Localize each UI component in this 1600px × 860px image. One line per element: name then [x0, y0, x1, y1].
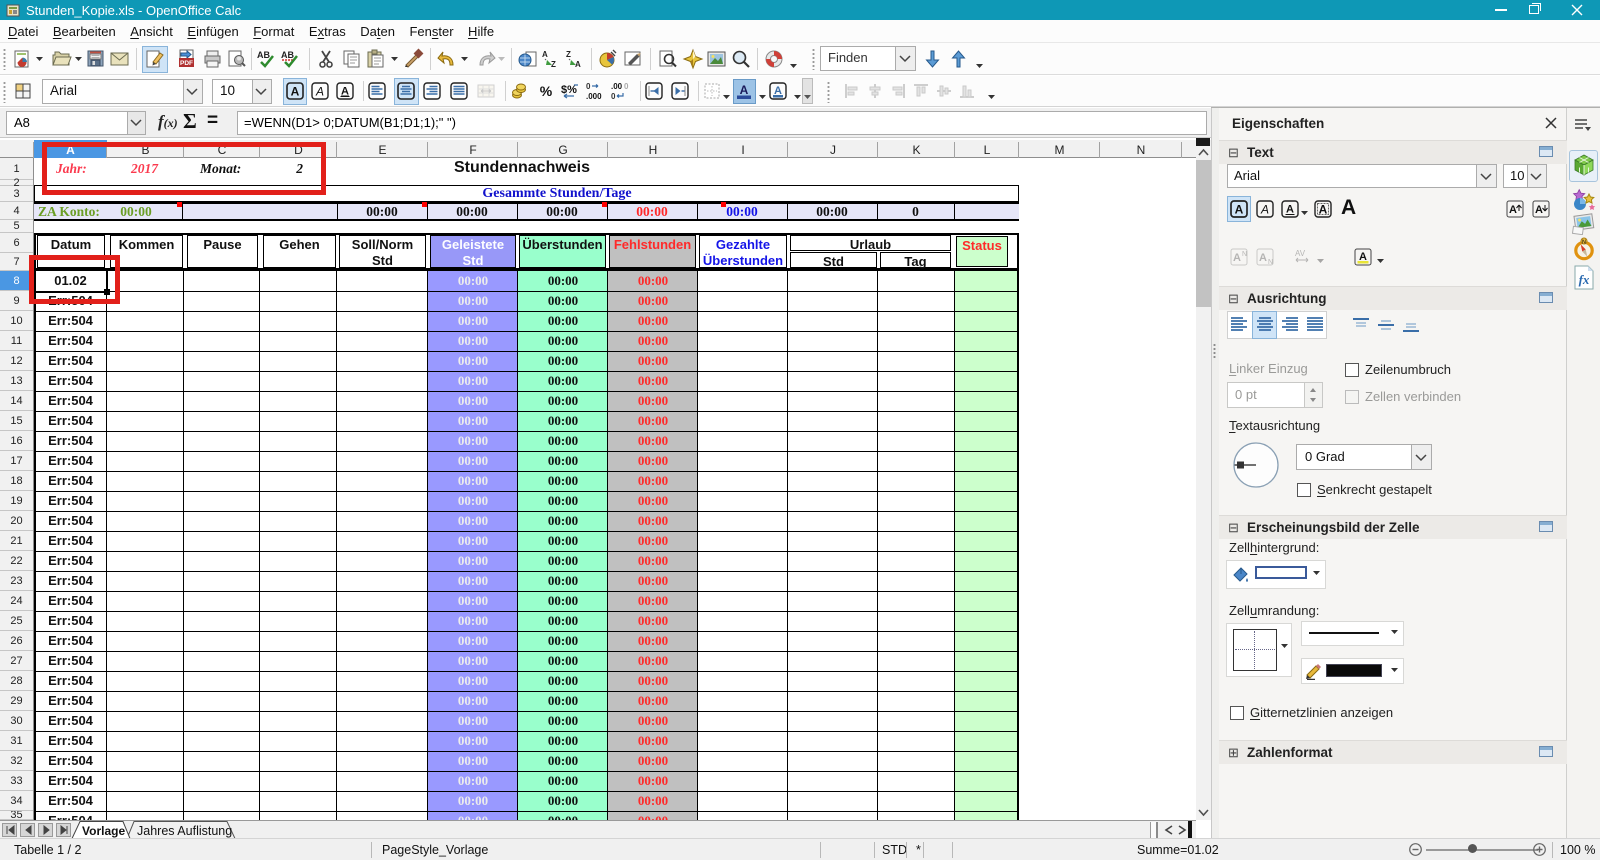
- svg-text:Z: Z: [566, 50, 571, 59]
- svg-text:A: A: [1286, 204, 1294, 216]
- svg-text:A: A: [740, 83, 749, 97]
- svg-text:0: 0: [586, 82, 591, 91]
- svg-text:N: N: [1582, 239, 1586, 245]
- svg-text:AB: AB: [257, 50, 270, 60]
- svg-text:.00: .00: [611, 82, 623, 91]
- svg-text:fx: fx: [1579, 272, 1590, 287]
- svg-text:N: N: [1242, 251, 1247, 258]
- svg-text:0: 0: [611, 92, 616, 100]
- svg-text:PDF: PDF: [180, 60, 193, 67]
- svg-text:$%: $%: [561, 84, 577, 96]
- svg-text:A: A: [575, 60, 581, 69]
- svg-text:A: A: [1535, 204, 1543, 216]
- svg-text:A: A: [1235, 203, 1244, 217]
- svg-text:A: A: [315, 85, 324, 99]
- svg-text:A: A: [341, 86, 349, 98]
- svg-text:A: A: [542, 50, 548, 59]
- svg-text:A: A: [1233, 252, 1241, 264]
- svg-text:N: N: [1268, 259, 1273, 266]
- svg-text:Z: Z: [551, 60, 556, 69]
- svg-text:.000: .000: [586, 92, 602, 100]
- svg-text:A: A: [1259, 252, 1267, 264]
- svg-text:A: A: [1509, 204, 1517, 216]
- svg-text:%: %: [540, 83, 553, 99]
- svg-text:A: A: [291, 85, 300, 99]
- svg-text:A: A: [1260, 203, 1269, 217]
- svg-text:0: 0: [624, 82, 629, 91]
- svg-text:AB: AB: [281, 50, 294, 60]
- svg-text:AV: AV: [1295, 249, 1306, 258]
